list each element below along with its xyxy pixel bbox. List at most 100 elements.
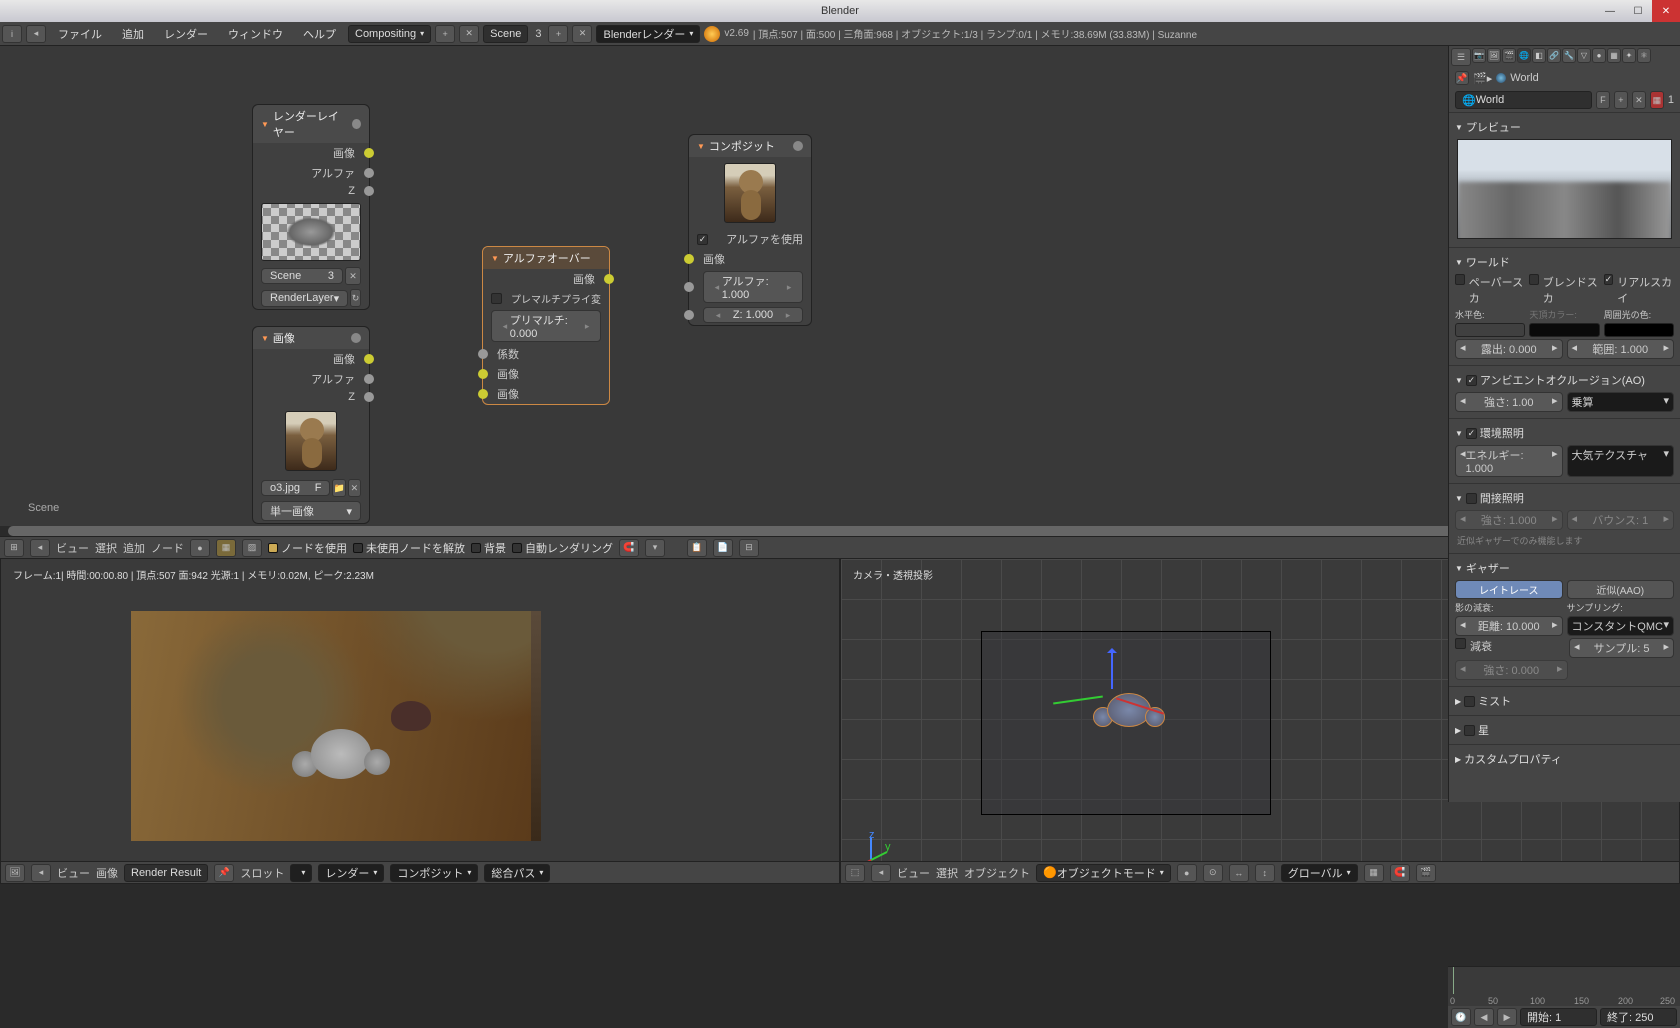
scene-add-button[interactable]: + [548, 25, 568, 43]
blend-sky-checkbox[interactable] [1529, 274, 1539, 285]
node-image[interactable]: ▼画像 画像 アルファ Z o3.jpgF 📁 ✕ 単一画像▾ [252, 326, 370, 524]
real-sky-checkbox[interactable] [1604, 274, 1614, 285]
manipulator-icon[interactable]: ↔ [1229, 864, 1249, 882]
mode-dropdown[interactable]: 🟠オブジェクトモード▾ [1036, 864, 1171, 882]
node-editor[interactable]: ▼レンダーレイヤー 画像 アルファ Z Scene3✕ RenderLayer▾… [0, 46, 1680, 526]
env-header[interactable]: 環境照明 [1480, 425, 1524, 441]
ao-factor-field[interactable]: ◂強さ: 1.00▸ [1455, 392, 1563, 412]
free-unused-checkbox[interactable] [353, 543, 363, 553]
minimize-button[interactable]: — [1596, 0, 1624, 22]
indirect-header[interactable]: 間接照明 [1480, 490, 1524, 506]
preview-header[interactable]: プレビュー [1466, 119, 1521, 135]
socket-in-z[interactable] [684, 310, 694, 320]
image-file-field[interactable]: o3.jpgF [261, 480, 330, 496]
menu-collapse-icon[interactable]: ◂ [30, 539, 50, 557]
mist-header[interactable]: ミスト [1478, 693, 1511, 709]
menu-object[interactable]: オブジェクト [964, 865, 1030, 881]
tab-render-layers[interactable]: 🖼 [1487, 48, 1501, 63]
menu-help[interactable]: ヘルプ [295, 26, 344, 42]
socket-in-fac[interactable] [478, 349, 488, 359]
tab-object[interactable]: ◧ [1532, 48, 1546, 63]
menu-collapse-icon[interactable]: ◂ [871, 864, 891, 882]
play-reverse-icon[interactable]: ◀ [1474, 1008, 1494, 1026]
z-field[interactable]: ◂Z: 1.000▸ [703, 307, 803, 323]
sample-method-dropdown[interactable]: コンスタントQMC▾ [1567, 616, 1675, 636]
editor-type-icon[interactable]: ☰ [1451, 48, 1471, 66]
tab-physics[interactable]: ⚛ [1637, 48, 1651, 63]
snap-type-icon[interactable]: ▾ [645, 539, 665, 557]
timeline[interactable]: 0 50 100 150 200 250 [1448, 966, 1680, 1006]
menu-collapse-icon[interactable]: ◂ [31, 864, 51, 882]
socket-in-image2[interactable] [478, 389, 488, 399]
menu-select[interactable]: 選択 [936, 865, 958, 881]
scene-field[interactable]: Scene3 [261, 268, 343, 284]
samples-field[interactable]: ◂サンプル: 5▸ [1569, 638, 1674, 658]
alpha-field[interactable]: ◂アルファ: 1.000▸ [703, 271, 803, 303]
socket-out-image[interactable] [364, 354, 374, 364]
menu-window[interactable]: ウィンドウ [220, 26, 291, 42]
snap-icon[interactable]: 🧲 [1390, 864, 1410, 882]
socket-out-z[interactable] [364, 392, 374, 402]
pivot-icon[interactable]: ⊙ [1203, 864, 1223, 882]
menu-select[interactable]: 選択 [95, 540, 117, 556]
stars-checkbox[interactable] [1464, 725, 1475, 736]
screen-add-button[interactable]: + [435, 25, 455, 43]
pass-dropdown[interactable]: コンポジット▾ [390, 864, 478, 882]
gather-header[interactable]: ギャザー [1466, 560, 1510, 576]
tree-type-texture-icon[interactable]: ▨ [242, 539, 262, 557]
indirect-enable-checkbox[interactable] [1466, 493, 1477, 504]
range-field[interactable]: ◂範囲: 1.000▸ [1567, 339, 1675, 359]
pin-icon[interactable]: 📌 [1455, 71, 1469, 85]
world-header[interactable]: ワールド [1466, 254, 1510, 270]
node-preview-icon[interactable] [352, 119, 361, 129]
menu-render[interactable]: レンダー [156, 26, 216, 42]
tab-particles[interactable]: ✦ [1622, 48, 1636, 63]
env-enable-checkbox[interactable] [1466, 428, 1477, 439]
start-frame-field[interactable]: 開始: 1 [1520, 1008, 1597, 1026]
ao-enable-checkbox[interactable] [1466, 375, 1477, 386]
socket-in-image1[interactable] [478, 369, 488, 379]
auto-render-checkbox[interactable] [512, 543, 522, 553]
shading-icon[interactable]: ● [1177, 864, 1197, 882]
tab-world[interactable]: 🌐 [1517, 48, 1531, 63]
editor-type-icon[interactable]: ⊞ [4, 539, 24, 557]
paper-sky-checkbox[interactable] [1455, 274, 1465, 285]
tab-constraints[interactable]: 🔗 [1547, 48, 1561, 63]
combined-dropdown[interactable]: 総合パス▾ [484, 864, 550, 882]
socket-out-z[interactable] [364, 186, 374, 196]
layers-icon[interactable]: ▦ [1364, 864, 1384, 882]
exposure-field[interactable]: ◂露出: 0.000▸ [1455, 339, 1563, 359]
tree-type-shader-icon[interactable]: ● [190, 539, 210, 557]
paste-nodes-icon[interactable]: 📄 [713, 539, 733, 557]
pin-icon[interactable]: 📌 [214, 864, 234, 882]
ao-header[interactable]: アンビエントオクルージョン(AO) [1480, 372, 1645, 388]
maximize-button[interactable]: ☐ [1624, 0, 1652, 22]
menu-view[interactable]: ビュー [57, 865, 90, 881]
node-composite[interactable]: ▼コンポジット アルファを使用 画像 ◂アルファ: 1.000▸ ◂Z: 1.0… [688, 134, 812, 326]
socket-in-alpha[interactable] [684, 282, 694, 292]
editor-type-icon[interactable]: ⬚ [845, 864, 865, 882]
env-energy-field[interactable]: ◂エネルギー: 1.000▸ [1455, 445, 1563, 477]
auto-offset-icon[interactable]: ⊟ [739, 539, 759, 557]
use-alpha-checkbox[interactable] [697, 234, 708, 245]
socket-out-alpha[interactable] [364, 374, 374, 384]
snap-icon[interactable]: 🧲 [619, 539, 639, 557]
tree-type-compositing-icon[interactable]: ▦ [216, 539, 236, 557]
close-button[interactable]: ✕ [1652, 0, 1680, 22]
menu-add[interactable]: 追加 [123, 540, 145, 556]
unlink-world-button[interactable]: ✕ [1632, 91, 1646, 109]
end-frame-field[interactable]: 終了: 250 [1600, 1008, 1677, 1026]
socket-out-alpha[interactable] [364, 168, 374, 178]
image-datablock[interactable]: Render Result [124, 864, 208, 882]
orientation-dropdown[interactable]: グローバル▾ [1281, 864, 1358, 882]
node-preview-icon[interactable] [351, 333, 361, 343]
fake-user-button[interactable]: F [1596, 91, 1610, 109]
socket-out-image[interactable] [604, 274, 614, 284]
editor-type-icon[interactable]: 🕐 [1451, 1008, 1471, 1026]
editor-type-icon[interactable]: 🖼 [5, 864, 25, 882]
scene-del-button[interactable]: ✕ [572, 25, 592, 43]
tab-material[interactable]: ● [1592, 48, 1606, 63]
gizmo-z-axis[interactable] [1111, 649, 1113, 689]
ao-blend-dropdown[interactable]: 乗算▾ [1567, 392, 1675, 412]
node-preview-icon[interactable] [793, 141, 803, 151]
